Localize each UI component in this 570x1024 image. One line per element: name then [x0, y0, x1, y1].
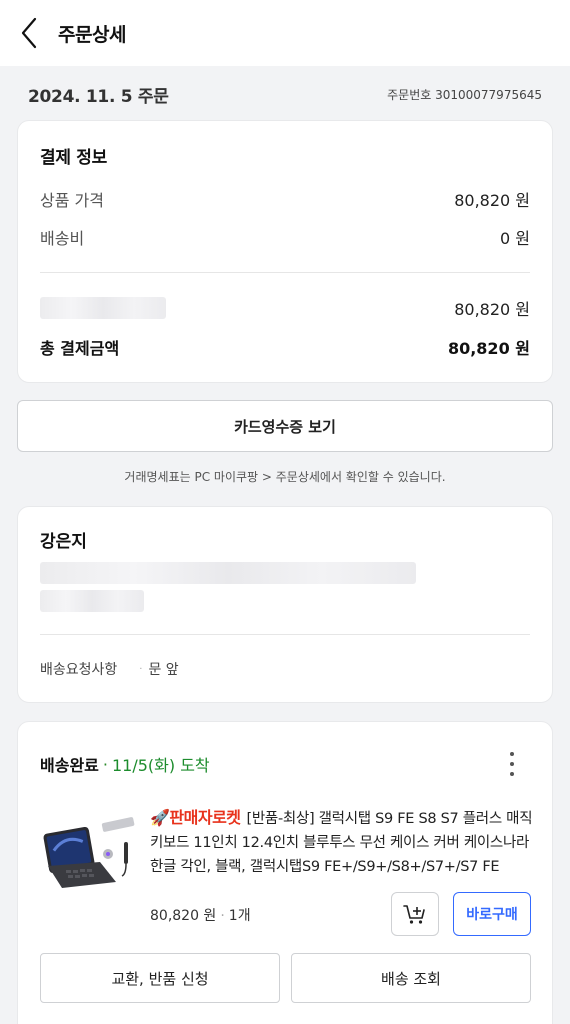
product-price-label: 상품 가격: [40, 191, 104, 210]
payment-method-row: 80,820 원: [40, 296, 530, 320]
price-quantity: 80,820 원 · 1개: [150, 905, 251, 925]
exchange-return-button[interactable]: 교환, 반품 신청: [40, 953, 280, 1003]
total-row: 총 결제금액 80,820 원: [40, 335, 530, 359]
delivery-status-label: 배송완료: [40, 756, 99, 775]
delivery-status: 배송완료 · 11/5(화) 도착: [40, 752, 210, 776]
card-receipt-button[interactable]: 카드영수증 보기: [17, 400, 553, 452]
product-price-value: 80,820 원: [454, 191, 530, 210]
delivery-request-label: 배송요청사항: [40, 662, 118, 678]
order-summary-row: 2024. 11. 5 주문 주문번호 30100077975645: [28, 80, 542, 108]
statement-notice: 거래명세표는 PC 마이쿠팡 > 주문상세에서 확인할 수 있습니다.: [124, 470, 446, 484]
payment-title: 결제 정보: [40, 148, 107, 168]
shipping-fee-label: 배송비: [40, 229, 85, 248]
payment-info-card: 결제 정보 상품 가격 80,820 원 배송비 0 원 80,820 원 총 …: [17, 120, 553, 383]
payment-method-value: 80,820 원: [454, 300, 530, 319]
shipping-fee-value: 0 원: [500, 229, 530, 248]
shipment-card: 배송완료 · 11/5(화) 도착 🚀판매자로켓 [반품-최상] 갤럭시탭 S9 …: [17, 721, 553, 1024]
bullet-dot: ·: [220, 908, 225, 924]
arrival-date: 11/5(화) 도착: [111, 756, 210, 775]
divider: [40, 272, 530, 273]
recipient-name: 강은지: [40, 532, 87, 552]
cart-plus-icon: [403, 905, 425, 924]
seller-rocket-badge: 🚀판매자로켓: [150, 808, 241, 827]
track-shipment-button[interactable]: 배송 조회: [291, 953, 531, 1003]
more-options-icon[interactable]: [508, 752, 516, 776]
item-quantity: 1개: [228, 908, 251, 924]
shipping-fee-row: 배송비 0 원: [40, 225, 530, 249]
page-title: 주문상세: [58, 23, 126, 46]
item-price: 80,820 원: [150, 908, 217, 924]
chevron-left-icon[interactable]: [20, 17, 44, 49]
top-bar: 주문상세: [0, 0, 570, 66]
product-title[interactable]: 🚀판매자로켓 [반품-최상] 갤럭시탭 S9 FE S8 S7 플러스 매직 키보…: [150, 806, 538, 879]
order-number: 주문번호 30100077975645: [387, 87, 542, 102]
product-price-row: 상품 가격 80,820 원: [40, 187, 530, 211]
delivery-request-row: 배송요청사항 · 문 앞: [40, 659, 179, 679]
buy-now-button[interactable]: 바로구매: [453, 892, 531, 936]
bullet-dot: ·: [139, 663, 143, 675]
delivery-request-value: 문 앞: [148, 662, 179, 678]
redacted-address-line2: [40, 590, 144, 612]
order-date: 2024. 11. 5 주문: [28, 86, 169, 107]
total-value: 80,820 원: [447, 339, 530, 358]
divider: [40, 634, 530, 635]
total-label: 총 결제금액: [40, 339, 120, 358]
add-to-cart-button[interactable]: [391, 892, 439, 936]
redacted-address-line1: [40, 562, 416, 584]
redacted-address: [40, 562, 416, 616]
redacted-payment-method: [40, 297, 166, 319]
delivery-address-card: 강은지 배송요청사항 · 문 앞: [17, 506, 553, 703]
product-image[interactable]: [38, 804, 148, 894]
status-separator: ·: [102, 754, 108, 774]
